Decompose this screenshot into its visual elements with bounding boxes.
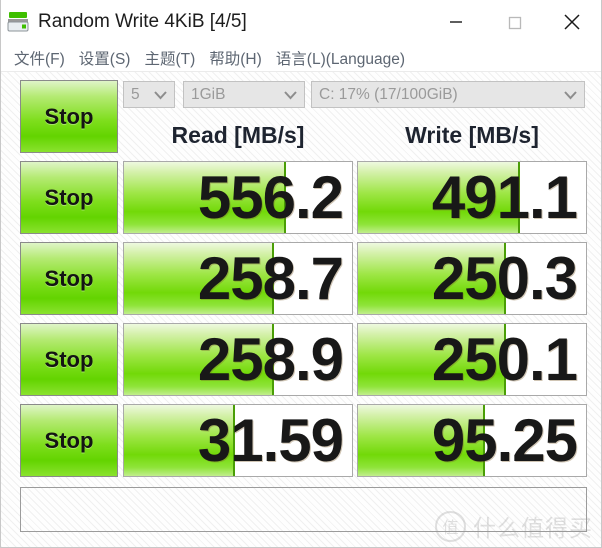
write-result-bar: 95.25 bbox=[357, 404, 587, 477]
maximize-icon bbox=[508, 16, 522, 30]
menu-item-language[interactable]: 语言(L)(Language) bbox=[269, 47, 412, 69]
write-value: 491.1 bbox=[431, 164, 578, 231]
minimize-icon bbox=[450, 21, 462, 23]
stop-label: Stop bbox=[44, 265, 94, 291]
write-result-bar: 250.3 bbox=[357, 242, 587, 315]
chevron-down-icon bbox=[564, 90, 577, 99]
write-value: 250.3 bbox=[431, 245, 578, 312]
read-result-bar: 258.9 bbox=[123, 323, 353, 396]
crystaldiskmark-window: Random Write 4KiB [4/5] 文件(F) 设置(S) 主题(T… bbox=[0, 0, 602, 548]
read-column-header: Read [MB/s] bbox=[171, 122, 305, 148]
close-button[interactable] bbox=[543, 0, 601, 44]
write-value: 95.25 bbox=[431, 407, 578, 474]
stop-button-row-1[interactable]: Stop bbox=[20, 161, 118, 234]
menu-bar: 文件(F) 设置(S) 主题(T) 帮助(H) 语言(L)(Language) bbox=[1, 44, 601, 72]
status-box bbox=[20, 487, 587, 532]
stop-all-label: Stop bbox=[44, 103, 94, 129]
read-value: 258.9 bbox=[197, 326, 344, 393]
target-drive-value: C: 17% (17/100GiB) bbox=[319, 85, 458, 103]
write-column-header: Write [MB/s] bbox=[405, 122, 539, 148]
read-value: 556.2 bbox=[197, 164, 344, 231]
stop-label: Stop bbox=[44, 427, 94, 453]
chevron-down-icon bbox=[154, 90, 167, 99]
target-drive-dropdown[interactable]: C: 17% (17/100GiB) bbox=[311, 81, 585, 108]
menu-item-settings[interactable]: 设置(S) bbox=[72, 47, 138, 69]
window-title: Random Write 4KiB [4/5] bbox=[38, 11, 247, 32]
test-size-dropdown[interactable]: 1GiB bbox=[183, 81, 305, 108]
read-result-bar: 258.7 bbox=[123, 242, 353, 315]
window-controls bbox=[427, 0, 601, 44]
test-count-value: 5 bbox=[131, 85, 140, 103]
read-result-bar: 31.59 bbox=[123, 404, 353, 477]
minimize-button[interactable] bbox=[427, 0, 485, 44]
stop-button-row-2[interactable]: Stop bbox=[20, 242, 118, 315]
maximize-button[interactable] bbox=[485, 0, 543, 44]
title-bar: Random Write 4KiB [4/5] bbox=[1, 0, 601, 44]
stop-button-row-4[interactable]: Stop bbox=[20, 404, 118, 477]
menu-item-help[interactable]: 帮助(H) bbox=[202, 47, 269, 69]
read-value: 31.59 bbox=[197, 407, 344, 474]
stop-label: Stop bbox=[44, 346, 94, 372]
read-value: 258.7 bbox=[197, 245, 344, 312]
write-result-bar: 250.1 bbox=[357, 323, 587, 396]
chevron-down-icon bbox=[284, 90, 297, 99]
test-count-dropdown[interactable]: 5 bbox=[123, 81, 175, 108]
main-panel: 5 1GiB C: 17% (17/100GiB) Read [MB/s] Wr… bbox=[1, 72, 601, 547]
read-result-bar: 556.2 bbox=[123, 161, 353, 234]
write-result-bar: 491.1 bbox=[357, 161, 587, 234]
disk-drive-icon bbox=[6, 10, 30, 34]
stop-all-button[interactable]: Stop bbox=[20, 80, 118, 153]
close-icon bbox=[564, 14, 580, 30]
stop-label: Stop bbox=[44, 184, 94, 210]
menu-item-theme[interactable]: 主题(T) bbox=[137, 47, 202, 69]
menu-item-file[interactable]: 文件(F) bbox=[7, 47, 72, 69]
stop-button-row-3[interactable]: Stop bbox=[20, 323, 118, 396]
test-size-value: 1GiB bbox=[191, 85, 226, 103]
write-value: 250.1 bbox=[431, 326, 578, 393]
